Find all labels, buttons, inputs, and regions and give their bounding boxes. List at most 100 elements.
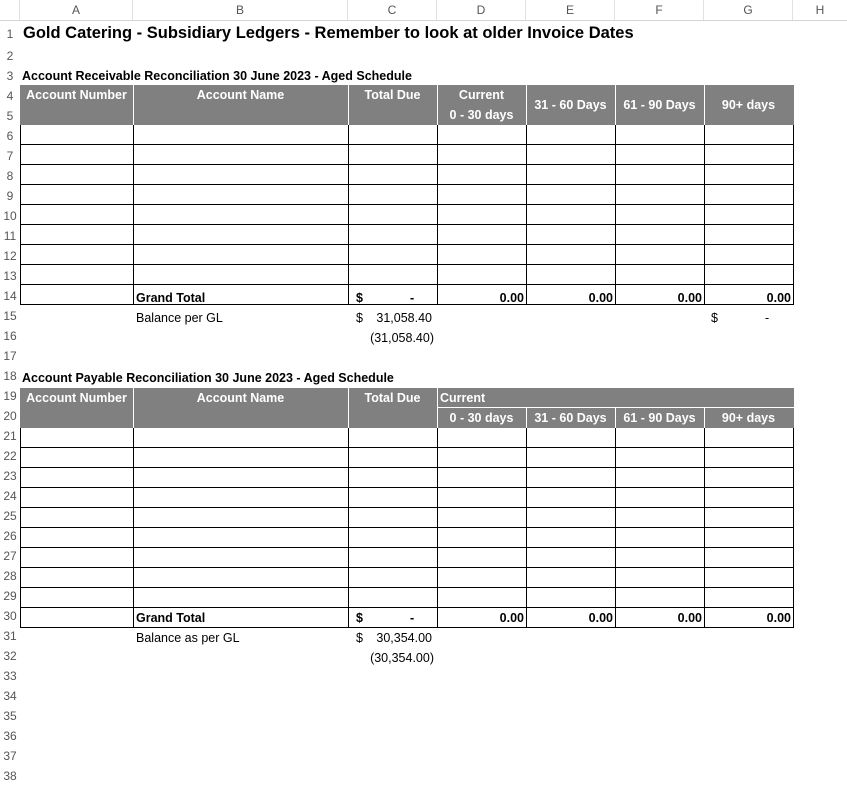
ar-grid-cell[interactable]: [526, 125, 616, 145]
ap-balance-value[interactable]: 30,354.00: [348, 628, 434, 648]
row-header-25[interactable]: 25: [0, 506, 20, 526]
row-header-5[interactable]: 5: [0, 106, 20, 126]
row-header-34[interactable]: 34: [0, 686, 20, 706]
ar-grid-cell[interactable]: [437, 185, 527, 205]
ap-grid-cell[interactable]: [704, 488, 794, 508]
ap-grid-cell[interactable]: [526, 528, 616, 548]
ap-grid-cell[interactable]: [348, 568, 438, 588]
row-header-13[interactable]: 13: [0, 266, 20, 286]
ar-grid-cell[interactable]: [348, 245, 438, 265]
ar-grid-cell[interactable]: [437, 225, 527, 245]
row-header-32[interactable]: 32: [0, 646, 20, 666]
ap-header-current-range[interactable]: 0 - 30 days: [437, 408, 526, 428]
column-header-f[interactable]: F: [615, 0, 704, 20]
ar-total-90-plus[interactable]: 0.00: [704, 288, 793, 308]
ap-grid-cell[interactable]: [526, 588, 616, 608]
ap-grid-cell[interactable]: [20, 548, 134, 568]
row-header-30[interactable]: 30: [0, 606, 20, 626]
column-header-c[interactable]: C: [348, 0, 437, 20]
row-header-26[interactable]: 26: [0, 526, 20, 546]
row-header-12[interactable]: 12: [0, 246, 20, 266]
ar-grid-cell[interactable]: [526, 185, 616, 205]
ap-grid-cell[interactable]: [615, 428, 705, 448]
ap-grid-cell[interactable]: [20, 608, 134, 628]
ap-grid-cell[interactable]: [615, 468, 705, 488]
row-header-37[interactable]: 37: [0, 746, 20, 766]
ar-grid-cell[interactable]: [437, 125, 527, 145]
ar-grid-cell[interactable]: [615, 265, 705, 285]
ap-grid-cell[interactable]: [437, 448, 527, 468]
ar-grid-cell[interactable]: [133, 165, 349, 185]
row-header-20[interactable]: 20: [0, 406, 20, 426]
column-header-g[interactable]: G: [704, 0, 793, 20]
ar-grid-cell[interactable]: [348, 165, 438, 185]
ar-total-current[interactable]: 0.00: [437, 288, 526, 308]
ap-grid-cell[interactable]: [348, 588, 438, 608]
row-header-28[interactable]: 28: [0, 566, 20, 586]
row-header-7[interactable]: 7: [0, 146, 20, 166]
ap-grid-cell[interactable]: [20, 468, 134, 488]
ap-header-account-number[interactable]: Account Number: [20, 388, 133, 408]
ap-header-61-90[interactable]: 61 - 90 Days: [615, 408, 704, 428]
ap-grid-cell[interactable]: [615, 528, 705, 548]
ap-total-90-plus[interactable]: 0.00: [704, 608, 793, 628]
ap-grid-cell[interactable]: [437, 508, 527, 528]
row-header-18[interactable]: 18: [0, 366, 20, 386]
row-header-38[interactable]: 38: [0, 766, 20, 786]
ar-grid-cell[interactable]: [348, 185, 438, 205]
ap-grid-cell[interactable]: [615, 588, 705, 608]
ap-grid-cell[interactable]: [133, 588, 349, 608]
ar-grid-cell[interactable]: [20, 205, 134, 225]
ar-grid-cell[interactable]: [133, 185, 349, 205]
ap-header-total-due[interactable]: Total Due: [348, 388, 437, 408]
ap-grid-cell[interactable]: [526, 448, 616, 468]
ar-header-account-name[interactable]: Account Name: [133, 85, 348, 105]
ar-grid-cell[interactable]: [704, 225, 794, 245]
ar-grid-cell[interactable]: [615, 245, 705, 265]
row-header-2[interactable]: 2: [0, 46, 20, 66]
ap-grid-cell[interactable]: [704, 548, 794, 568]
ap-grid-cell[interactable]: [348, 448, 438, 468]
ar-grid-cell[interactable]: [437, 205, 527, 225]
ap-total-61-90[interactable]: 0.00: [615, 608, 704, 628]
ar-grid-cell[interactable]: [704, 205, 794, 225]
row-header-24[interactable]: 24: [0, 486, 20, 506]
ar-grid-cell[interactable]: [348, 265, 438, 285]
ar-grid-cell[interactable]: [526, 265, 616, 285]
row-header-17[interactable]: 17: [0, 346, 20, 366]
ar-heading[interactable]: Account Receivable Reconciliation 30 Jun…: [22, 66, 412, 86]
row-header-8[interactable]: 8: [0, 166, 20, 186]
ar-grid-cell[interactable]: [348, 225, 438, 245]
ar-grand-total-value[interactable]: -: [410, 288, 414, 308]
row-header-31[interactable]: 31: [0, 626, 20, 646]
ar-grid-cell[interactable]: [20, 285, 134, 305]
ap-grid-cell[interactable]: [437, 488, 527, 508]
ar-grid-cell[interactable]: [133, 125, 349, 145]
ar-g15-value[interactable]: -: [765, 308, 769, 328]
ap-grid-cell[interactable]: [526, 468, 616, 488]
ar-grid-cell[interactable]: [615, 185, 705, 205]
ap-grid-cell[interactable]: [133, 468, 349, 488]
ar-header-account-number[interactable]: Account Number: [20, 85, 133, 105]
ar-difference[interactable]: (31,058.40): [348, 328, 436, 348]
ar-grid-cell[interactable]: [704, 125, 794, 145]
ar-grid-cell[interactable]: [20, 185, 134, 205]
ap-header-90-plus[interactable]: 90+ days: [704, 408, 793, 428]
ar-grid-cell[interactable]: [20, 265, 134, 285]
ap-grid-cell[interactable]: [704, 588, 794, 608]
ap-grid-cell[interactable]: [20, 428, 134, 448]
row-header-16[interactable]: 16: [0, 326, 20, 346]
ap-grid-cell[interactable]: [615, 488, 705, 508]
row-header-6[interactable]: 6: [0, 126, 20, 146]
ar-grid-cell[interactable]: [704, 265, 794, 285]
ap-grid-cell[interactable]: [615, 448, 705, 468]
row-header-15[interactable]: 15: [0, 306, 20, 326]
ar-grid-cell[interactable]: [348, 145, 438, 165]
row-header-1[interactable]: 1: [0, 22, 20, 46]
ap-grid-cell[interactable]: [20, 588, 134, 608]
ap-grid-cell[interactable]: [20, 568, 134, 588]
sheet-title[interactable]: Gold Catering - Subsidiary Ledgers - Rem…: [23, 20, 634, 46]
ar-header-61-90[interactable]: 61 - 90 Days: [615, 95, 704, 115]
ar-grid-cell[interactable]: [20, 245, 134, 265]
ar-grid-cell[interactable]: [20, 225, 134, 245]
